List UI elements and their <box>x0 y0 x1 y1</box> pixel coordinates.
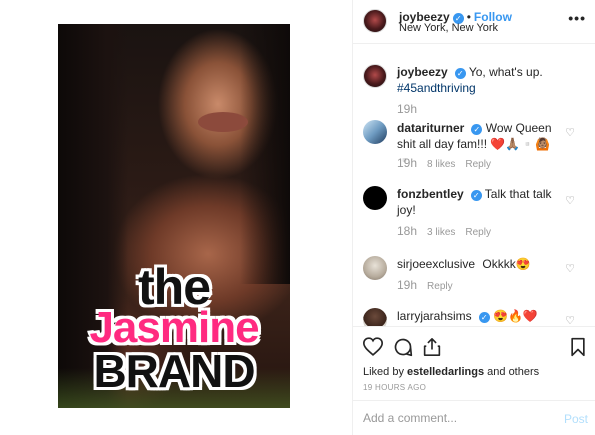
comment-time[interactable]: 19h <box>397 156 417 170</box>
avatar[interactable] <box>363 64 387 88</box>
comments-list: joybeezy ✓ Yo, what's up. #45andthriving … <box>353 44 595 326</box>
avatar[interactable] <box>363 256 387 280</box>
more-options-icon[interactable]: ••• <box>568 10 586 26</box>
like-comment-heart-icon[interactable]: ♡ <box>565 126 575 139</box>
hashtag-link[interactable]: #45andthriving <box>397 81 476 95</box>
list-item: joybeezy ✓ Yo, what's up. #45andthriving … <box>363 64 593 120</box>
comment-time[interactable]: 18h <box>397 224 417 238</box>
photo-shadow-right <box>240 24 290 284</box>
comment-username[interactable]: sirjoeexclusive <box>397 257 475 271</box>
comment-body: 😍🔥❤️ <box>493 309 538 323</box>
list-item: fonzbentley ✓ Talk that talk joy! 18h 3 li… <box>363 186 593 242</box>
reply-button[interactable]: Reply <box>465 159 491 170</box>
reply-button[interactable]: Reply <box>427 281 453 292</box>
post-header: joybeezy ✓ • Follow New York, New York ••• <box>353 0 595 44</box>
verified-badge-icon: ✓ <box>471 124 483 135</box>
comment-username[interactable]: larryjarahsims <box>397 309 472 323</box>
comment-text: sirjoeexclusive Okkkk😍 <box>397 256 557 272</box>
comment-body: Okkkk😍 <box>482 257 531 271</box>
comment-username[interactable]: datariturner <box>397 121 464 135</box>
like-comment-heart-icon[interactable]: ♡ <box>565 262 575 275</box>
like-comment-heart-icon[interactable]: ♡ <box>565 314 575 326</box>
watermark-brand: BRAND <box>93 345 255 397</box>
watermark-jasmine: Jasmine <box>89 303 259 352</box>
liked-by-text: Liked by estelledarlings and others <box>363 366 539 378</box>
comment-bubble-icon[interactable] <box>393 337 413 362</box>
comment-meta: 19h Reply <box>397 278 463 292</box>
add-comment-input[interactable] <box>363 411 543 425</box>
comment-meta: 19h <box>397 102 427 116</box>
list-item: sirjoeexclusive Okkkk😍 19h Reply ♡ <box>363 256 593 302</box>
avatar[interactable] <box>363 120 387 144</box>
comment-meta: 18h 3 likes Reply <box>397 224 501 238</box>
comment-text: larryjarahsims ✓ 😍🔥❤️ <box>397 308 557 324</box>
verified-badge-icon: ✓ <box>470 190 482 201</box>
liked-username-link[interactable]: estelledarlings <box>407 366 484 378</box>
like-heart-icon[interactable] <box>362 337 384 361</box>
post-timestamp[interactable]: 19 HOURS AGO <box>363 383 426 392</box>
like-comment-heart-icon[interactable]: ♡ <box>565 194 575 207</box>
photo-detail <box>198 112 248 132</box>
comment-username[interactable]: fonzbentley <box>397 187 464 201</box>
liked-prefix: Liked by <box>363 366 404 378</box>
list-item: datariturner ✓ Wow Queen shit all day fam… <box>363 120 593 176</box>
comment-text: fonzbentley ✓ Talk that talk joy! <box>397 186 557 218</box>
comment-text: joybeezy ✓ Yo, what's up. #45andthriving <box>397 64 557 96</box>
liked-others-link[interactable]: and others <box>487 366 539 378</box>
post-sidebar: joybeezy ✓ • Follow New York, New York ••• … <box>352 0 595 435</box>
comment-body: Yo, what's up. <box>468 65 543 79</box>
comment-time[interactable]: 19h <box>397 102 417 116</box>
bookmark-icon[interactable] <box>570 337 586 362</box>
reply-button[interactable]: Reply <box>465 227 491 238</box>
comment-time[interactable]: 19h <box>397 278 417 292</box>
comment-likes[interactable]: 3 likes <box>427 227 455 238</box>
comment-meta: 19h 8 likes Reply <box>397 156 501 170</box>
share-icon[interactable] <box>423 337 441 362</box>
post-media-area: the Jasmine BRAND <box>0 0 352 435</box>
avatar[interactable] <box>363 308 387 326</box>
comment-likes[interactable]: 8 likes <box>427 159 455 170</box>
add-comment-bar: Post <box>353 400 595 435</box>
verified-badge-icon: ✓ <box>478 312 490 323</box>
avatar[interactable] <box>363 9 387 33</box>
avatar[interactable] <box>363 186 387 210</box>
verified-badge-icon: ✓ <box>454 68 466 79</box>
location-link[interactable]: New York, New York <box>399 22 498 34</box>
list-item: larryjarahsims ✓ 😍🔥❤️ ♡ <box>363 308 593 326</box>
comment-username[interactable]: joybeezy <box>397 65 448 79</box>
post-comment-button[interactable]: Post <box>564 412 588 426</box>
